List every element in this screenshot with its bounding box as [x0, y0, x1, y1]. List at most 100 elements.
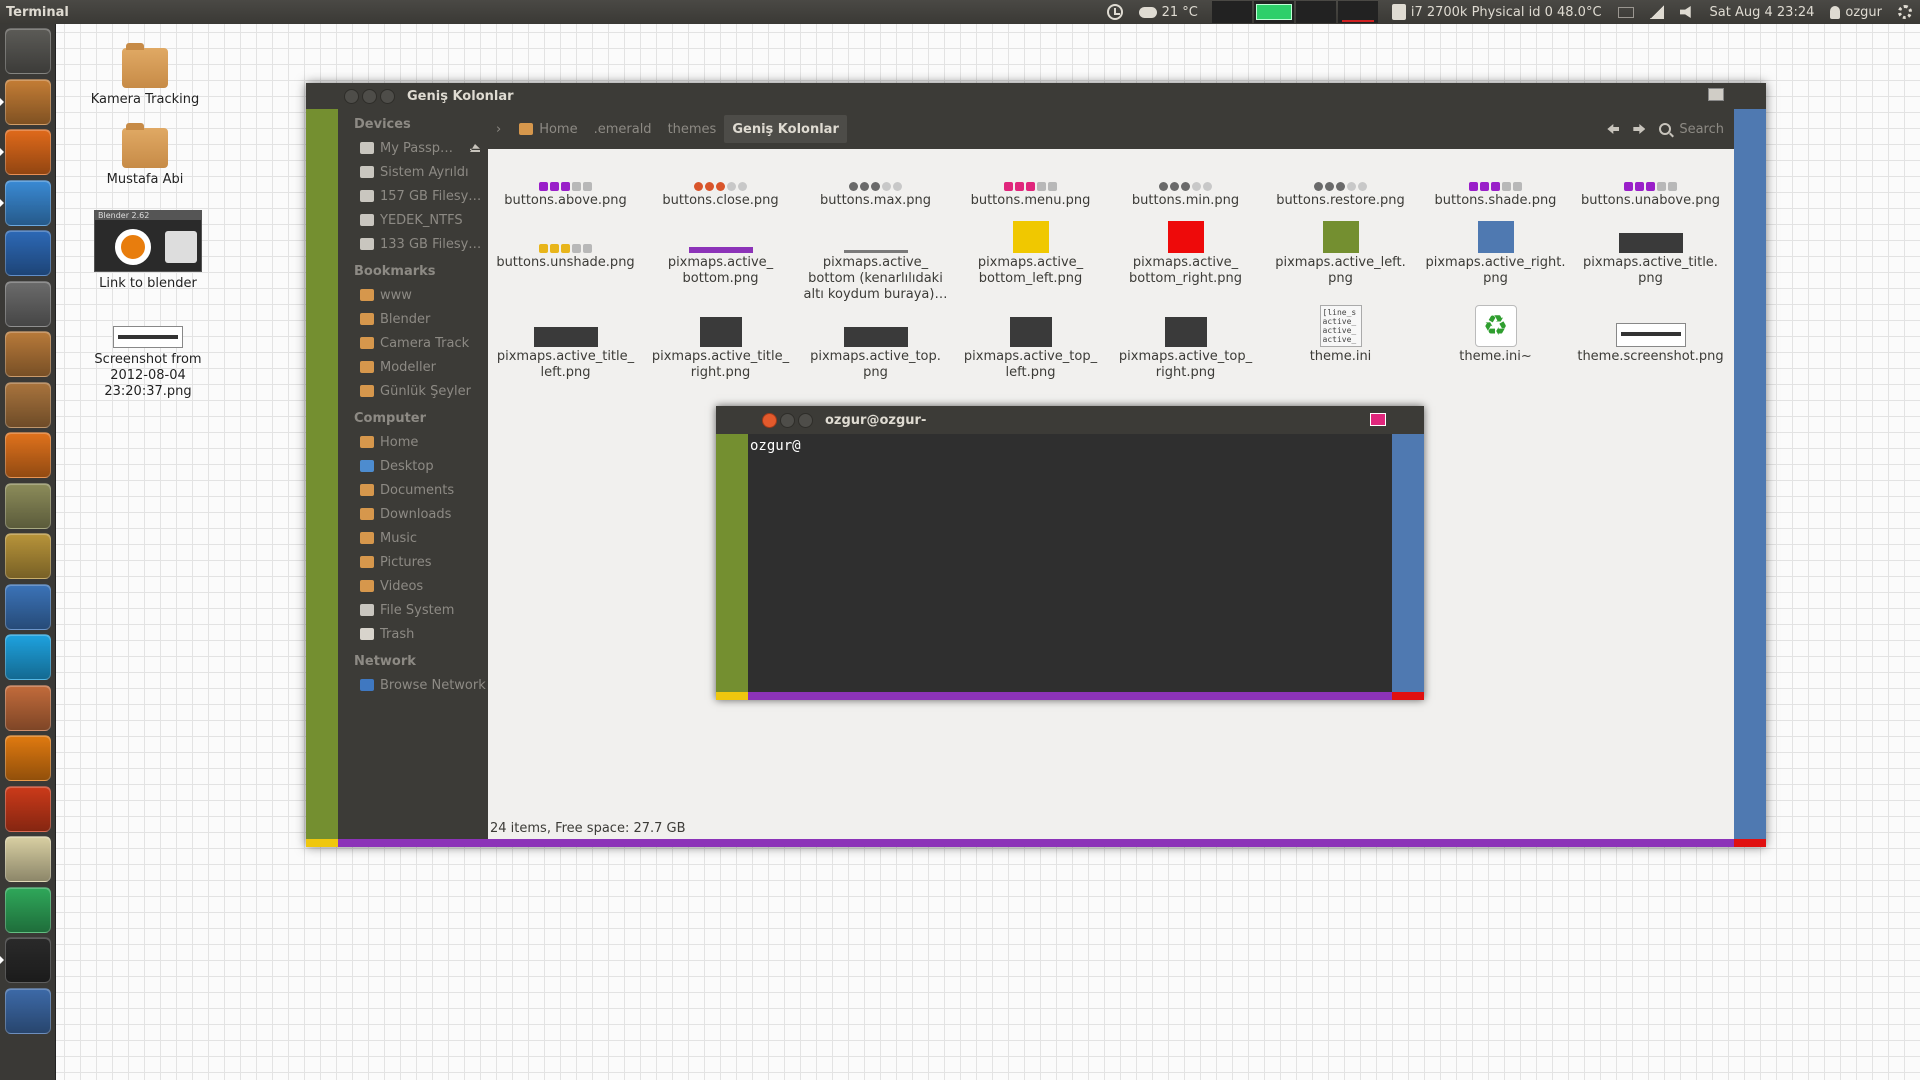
window-menu-icon[interactable]	[1708, 88, 1724, 101]
launcher-item-rhythmbox[interactable]	[5, 280, 51, 327]
sidebar-item-computer-2[interactable]: Documents	[338, 478, 488, 502]
breadcrumb-current[interactable]: Geniş Kolonlar	[724, 115, 847, 143]
terminal-output[interactable]: ozgur@	[748, 434, 1392, 692]
launcher-item-vlc[interactable]	[5, 735, 51, 781]
temperature-indicator[interactable]: i7 2700k Physical id 0 48.0°C	[1384, 0, 1610, 24]
launcher-item-gimp[interactable]	[5, 482, 51, 529]
file-item[interactable]: buttons.max.png	[798, 157, 953, 209]
file-item[interactable]: pixmaps.active_ bottom.png	[643, 219, 798, 303]
file-item[interactable]: buttons.shade.png	[1418, 157, 1573, 209]
sidebar-item-computer-7[interactable]: File System	[338, 598, 488, 622]
sidebar-item-bookmark-1[interactable]: Blender	[338, 307, 488, 331]
window-menu-icon[interactable]	[1370, 413, 1386, 426]
datetime-indicator[interactable]: Sat Aug 4 23:24	[1702, 0, 1823, 24]
launcher-item-mypaint[interactable]	[5, 583, 51, 630]
sidebar-item-bookmark-4[interactable]: Günlük Şeyler	[338, 379, 488, 403]
close-button[interactable]	[344, 88, 359, 104]
sidebar-item-computer-8[interactable]: Trash	[338, 622, 488, 646]
sidebar-item-computer-4[interactable]: Music	[338, 526, 488, 550]
file-item[interactable]: buttons.restore.png	[1263, 157, 1418, 209]
sound-indicator[interactable]	[1672, 0, 1702, 24]
eject-icon[interactable]	[470, 144, 480, 152]
network-indicator[interactable]	[1642, 0, 1672, 24]
terminal-titlebar[interactable]: ozgur@ozgur-	[716, 406, 1424, 434]
sidebar-item-bookmark-3[interactable]: Modeller	[338, 355, 488, 379]
system-monitor[interactable]	[1206, 1, 1384, 23]
breadcrumb-home[interactable]: Home	[511, 115, 585, 143]
sidebar-item-device-3[interactable]: YEDEK_NTFS	[338, 208, 488, 232]
sidebar-item-computer-3[interactable]: Downloads	[338, 502, 488, 526]
desktop-folder-mustafa-abi[interactable]: Mustafa Abi	[85, 123, 205, 188]
breadcrumb-left-arrow-icon[interactable]: ›	[488, 122, 511, 137]
minimize-button[interactable]	[780, 412, 795, 428]
file-item[interactable]: buttons.menu.png	[953, 157, 1108, 209]
launcher-item-chrome[interactable]	[5, 179, 51, 226]
launcher-item-package-installer[interactable]	[5, 381, 51, 428]
file-item[interactable]: pixmaps.active_left. png	[1263, 219, 1418, 303]
sidebar-item-device-0[interactable]: My Passp…	[338, 136, 488, 160]
file-item[interactable]: buttons.min.png	[1108, 157, 1263, 209]
file-item[interactable]: pixmaps.active_top_ right.png	[1108, 313, 1263, 381]
file-item[interactable]: buttons.unshade.png	[488, 219, 643, 303]
desktop-link-blender[interactable]: Blender 2.62 Link to blender	[88, 210, 208, 292]
launcher-item-workspace-switcher[interactable]	[5, 987, 51, 1034]
file-item[interactable]: pixmaps.active_right. png	[1418, 219, 1573, 303]
file-item[interactable]: theme.screenshot.png	[1573, 313, 1728, 381]
minimize-button[interactable]	[362, 88, 377, 104]
forward-arrow-icon[interactable]	[1633, 124, 1646, 134]
desktop-folder-kamera-tracking[interactable]: Kamera Tracking	[85, 43, 205, 108]
back-arrow-icon[interactable]	[1607, 124, 1620, 134]
file-item[interactable]: pixmaps.active_ bottom (kenarlılıdaki al…	[798, 219, 953, 303]
user-indicator[interactable]: ozgur	[1822, 0, 1890, 24]
sidebar-item-device-4[interactable]: 133 GB Filesy…	[338, 232, 488, 256]
file-item[interactable]: pixmaps.active_title_ right.png	[643, 313, 798, 381]
weather-indicator[interactable]: 21 °C	[1131, 0, 1206, 24]
launcher-item-skype[interactable]	[5, 634, 51, 680]
launcher-item-dash-home[interactable]	[5, 28, 51, 74]
sidebar-item-device-1[interactable]: Sistem Ayrıldı	[338, 160, 488, 184]
maximize-button[interactable]	[380, 88, 395, 104]
file-item[interactable]: buttons.unabove.png	[1573, 157, 1728, 209]
launcher-item-files[interactable]	[5, 78, 51, 125]
search-button[interactable]: Search	[1659, 122, 1724, 137]
launcher-item-blender[interactable]	[5, 432, 51, 478]
file-item[interactable]: pixmaps.active_top. png	[798, 313, 953, 381]
sidebar-item-computer-5[interactable]: Pictures	[338, 550, 488, 574]
breadcrumb-themes[interactable]: themes	[660, 115, 725, 143]
file-item[interactable]: pixmaps.active_title. png	[1573, 219, 1728, 303]
launcher-item-firefox[interactable]	[5, 129, 51, 175]
breadcrumb-emerald[interactable]: .emerald	[586, 115, 660, 143]
file-item[interactable]: pixmaps.active_title_ left.png	[488, 313, 643, 381]
sidebar-item-bookmark-2[interactable]: Camera Track	[338, 331, 488, 355]
file-item[interactable]: [line_s active_ active_ active_ theme.ini	[1263, 305, 1418, 381]
launcher-item-libreoffice-writer[interactable]	[5, 230, 51, 276]
desktop-file-screenshot[interactable]: Screenshot from 2012-08-04 23:20:37.png	[88, 326, 208, 400]
file-item[interactable]: pixmaps.active_ bottom_left.png	[953, 219, 1108, 303]
launcher-item-download-manager[interactable]	[5, 785, 51, 832]
sidebar-item-device-2[interactable]: 157 GB Filesy…	[338, 184, 488, 208]
image-swatch-icon	[1012, 221, 1049, 253]
sidebar-item-bookmark-0[interactable]: www	[338, 283, 488, 307]
file-item[interactable]: buttons.close.png	[643, 157, 798, 209]
file-item[interactable]: pixmaps.active_ bottom_right.png	[1108, 219, 1263, 303]
fm-titlebar[interactable]: Geniş Kolonlar	[338, 83, 1734, 109]
launcher-item-emerald-theme[interactable]	[5, 886, 51, 933]
file-item[interactable]: pixmaps.active_top_ left.png	[953, 313, 1108, 381]
maximize-button[interactable]	[798, 412, 813, 428]
clock-indicator[interactable]	[1099, 0, 1131, 24]
file-item[interactable]: buttons.above.png	[488, 157, 643, 209]
close-button[interactable]	[762, 412, 777, 428]
sidebar-item-computer-6[interactable]: Videos	[338, 574, 488, 598]
messaging-indicator[interactable]	[1610, 0, 1642, 24]
file-item[interactable]: ♻ theme.ini~	[1418, 305, 1573, 381]
sidebar-item-computer-0[interactable]: Home	[338, 430, 488, 454]
launcher-item-text-editor[interactable]	[5, 836, 51, 882]
launcher-item-terminal[interactable]	[5, 937, 51, 983]
launcher-item-eye-viewer[interactable]	[5, 684, 51, 731]
file-thumbnail	[953, 313, 1108, 349]
launcher-item-software-center[interactable]	[5, 331, 51, 377]
session-indicator[interactable]	[1890, 0, 1920, 24]
sidebar-item-network-0[interactable]: Browse Network	[338, 673, 488, 697]
launcher-item-inkscape-notes[interactable]	[5, 533, 51, 579]
sidebar-item-computer-1[interactable]: Desktop	[338, 454, 488, 478]
